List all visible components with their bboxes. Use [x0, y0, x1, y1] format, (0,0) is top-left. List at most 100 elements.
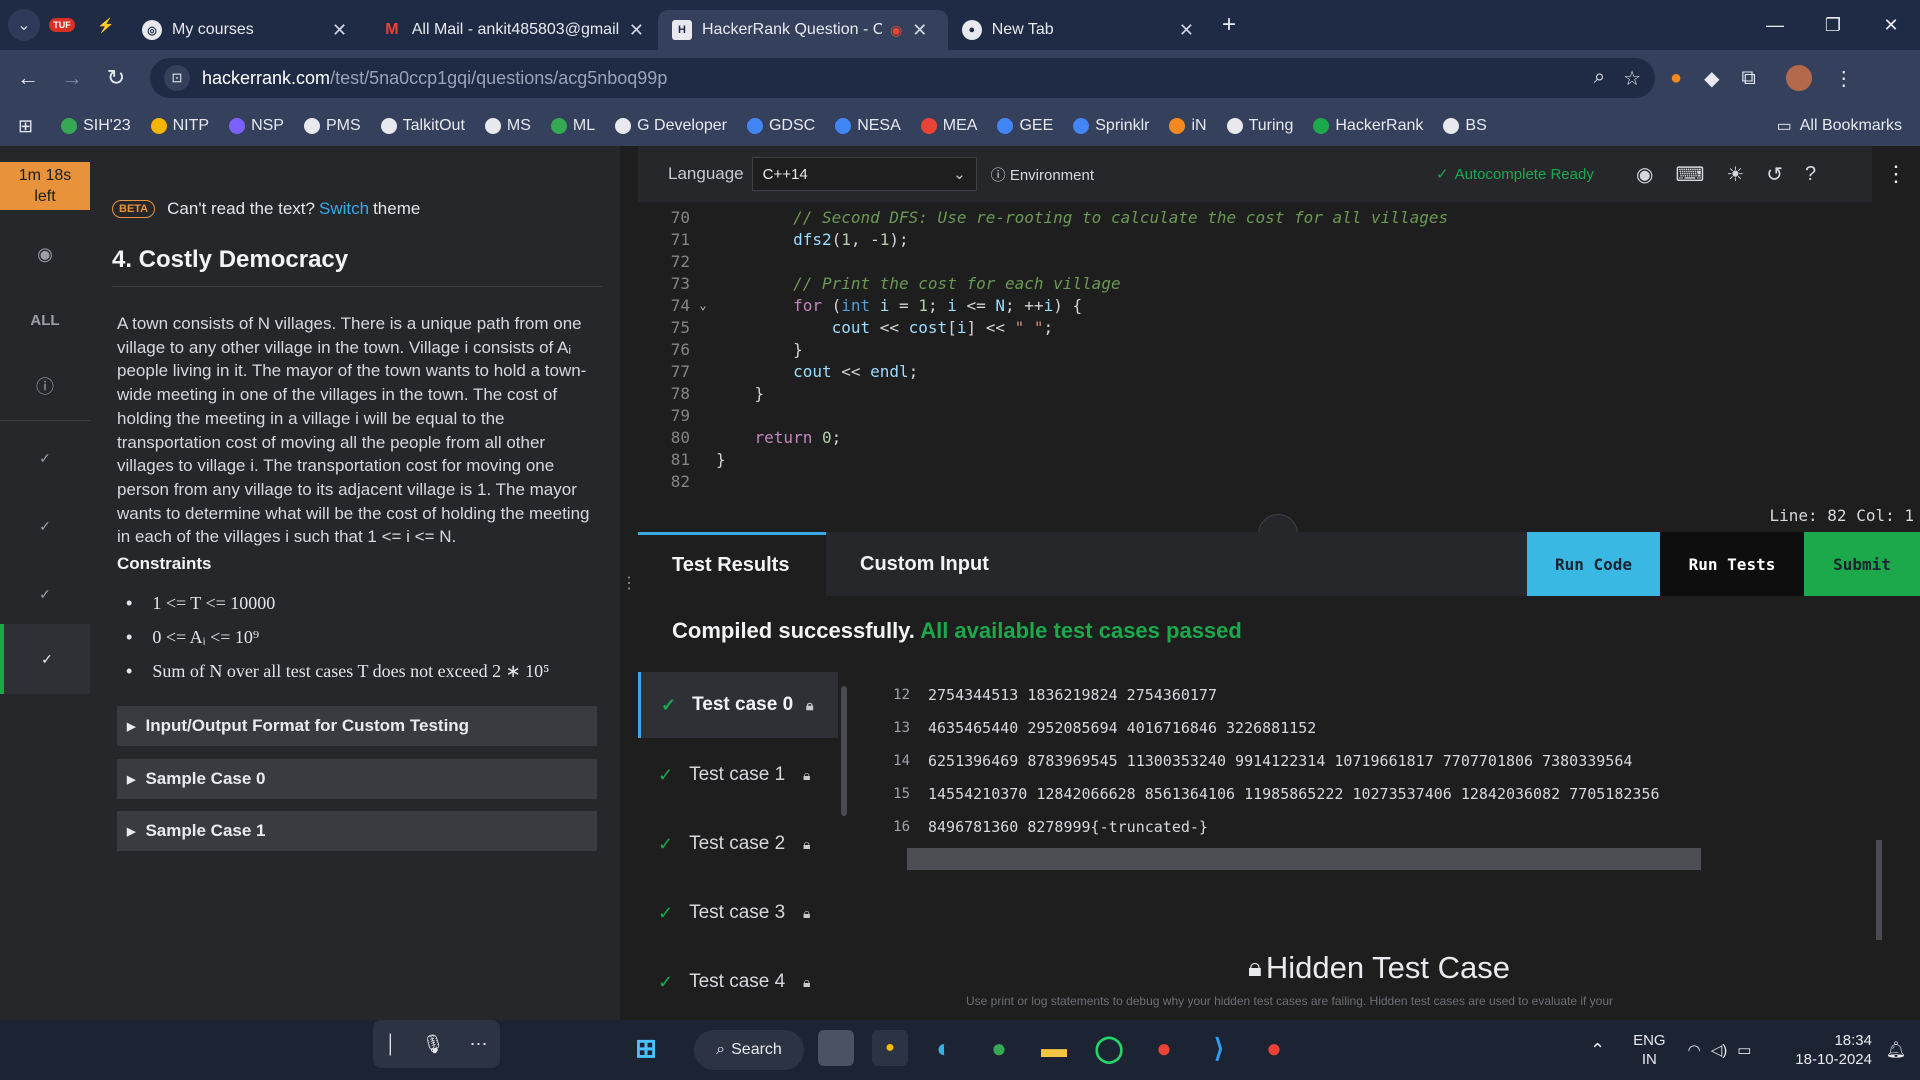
- bookmark-item[interactable]: Sprinklr: [1073, 117, 1149, 135]
- environment-link[interactable]: ⓘ Environment: [991, 164, 1094, 185]
- back-button[interactable]: ←: [6, 58, 50, 98]
- question-2-check[interactable]: ✓: [0, 496, 90, 556]
- keyboard-icon[interactable]: ⌨: [1675, 162, 1704, 187]
- close-window-button[interactable]: ✕: [1862, 0, 1920, 50]
- file-explorer-icon[interactable]: ▬: [1036, 1030, 1072, 1066]
- help-icon[interactable]: ?: [1805, 163, 1816, 186]
- bookmark-item[interactable]: TalkitOut: [380, 117, 465, 135]
- pinned-tab-tuf[interactable]: TUF: [40, 7, 84, 43]
- test-case-item[interactable]: ✓ Test case 4 🔒︎: [638, 949, 838, 1015]
- wifi-icon[interactable]: ◠: [1688, 1041, 1701, 1059]
- clock[interactable]: 18:34 18-10-2024: [1795, 1031, 1872, 1069]
- bookmark-item[interactable]: BS: [1443, 117, 1487, 135]
- test-list-scrollbar[interactable]: [841, 686, 847, 816]
- all-bookmarks[interactable]: ▭ All Bookmarks: [1777, 106, 1902, 146]
- minimize-button[interactable]: —: [1746, 0, 1804, 50]
- bookmark-item[interactable]: PMS: [303, 117, 361, 135]
- fold-chevron-icon[interactable]: ⌄: [690, 298, 716, 312]
- run-tests-button[interactable]: Run Tests: [1660, 532, 1804, 596]
- compass-icon[interactable]: ◉: [0, 224, 90, 284]
- tray-chevron-icon[interactable]: ⌃: [1590, 1040, 1605, 1061]
- output-horizontal-scrollbar[interactable]: [907, 848, 1701, 870]
- browser-tab[interactable]: ◎ My courses ✕: [128, 10, 368, 50]
- chrome-profile-icon[interactable]: ●: [1146, 1030, 1182, 1066]
- bookmark-item[interactable]: MS: [484, 117, 531, 135]
- bookmark-item[interactable]: GEE: [997, 117, 1053, 135]
- close-tab-icon[interactable]: ✕: [332, 20, 347, 41]
- chrome-taskbar-icon[interactable]: ●: [872, 1030, 908, 1066]
- battery-icon[interactable]: ▭: [1737, 1041, 1751, 1059]
- history-icon[interactable]: ↺: [1766, 162, 1783, 187]
- browser-menu-icon[interactable]: ⋮: [1834, 66, 1854, 91]
- microphone-icon[interactable]: 🎙︎: [422, 1034, 445, 1055]
- io-format-section[interactable]: ▶ Input/Output Format for Custom Testing: [117, 706, 597, 746]
- panel-resize-handle[interactable]: ⋮: [620, 146, 638, 1020]
- more-options-icon[interactable]: ⋮: [1872, 146, 1920, 202]
- test-case-item[interactable]: ✓ Test case 2 🔒︎: [638, 811, 838, 877]
- language-select[interactable]: C++14 ⌄: [751, 157, 977, 191]
- bookmark-item[interactable]: iN: [1169, 117, 1207, 135]
- text-cursor-icon[interactable]: │: [385, 1034, 396, 1055]
- bookmark-item[interactable]: HackerRank: [1313, 117, 1423, 135]
- rail-all[interactable]: ALL: [0, 290, 90, 350]
- more-icon[interactable]: ⋯: [469, 1034, 487, 1055]
- extension-flame-icon[interactable]: ●: [1670, 67, 1682, 90]
- vscode-icon[interactable]: ⟩: [1201, 1030, 1237, 1066]
- url-bar[interactable]: ⊡ hackerrank.com/test/5na0ccp1gqi/questi…: [150, 58, 1655, 98]
- taskbar-search[interactable]: ⌕ Search: [694, 1030, 804, 1070]
- tab-test-results[interactable]: Test Results: [638, 532, 826, 596]
- question-4-check[interactable]: ✓: [0, 624, 90, 694]
- sample-case-1-section[interactable]: ▶ Sample Case 1: [117, 811, 597, 851]
- browser-tab-active[interactable]: H HackerRank Question - Costly Democracy…: [658, 10, 948, 50]
- tab-custom-input[interactable]: Custom Input: [826, 532, 1126, 596]
- chrome-profile-icon[interactable]: ●: [1256, 1030, 1292, 1066]
- bookmark-item[interactable]: NITP: [150, 117, 209, 135]
- sample-case-0-section[interactable]: ▶ Sample Case 0: [117, 759, 597, 799]
- close-tab-icon[interactable]: ✕: [1179, 20, 1194, 41]
- forward-button[interactable]: →: [50, 58, 94, 98]
- extensions-puzzle-icon[interactable]: ⧉: [1741, 67, 1755, 90]
- site-info-icon[interactable]: ⊡: [164, 65, 190, 91]
- bookmark-item[interactable]: NESA: [835, 117, 901, 135]
- submit-button[interactable]: Submit: [1804, 532, 1920, 596]
- code-editor[interactable]: 70 // Second DFS: Use re-rooting to calc…: [638, 206, 1920, 550]
- eye-icon[interactable]: ◉: [1636, 162, 1653, 187]
- extension-shield-icon[interactable]: ◆: [1704, 66, 1719, 91]
- close-tab-icon[interactable]: ✕: [629, 20, 644, 41]
- browser-tab[interactable]: M All Mail - ankit485803@gmail.com ✕: [368, 10, 658, 50]
- question-3-check[interactable]: ✓: [0, 564, 90, 624]
- bookmark-item[interactable]: MEA: [920, 117, 977, 135]
- output-vertical-scrollbar[interactable]: [1876, 840, 1882, 940]
- notification-bell-icon[interactable]: 🔔︎: [1886, 1040, 1906, 1060]
- apps-grid-icon[interactable]: ⊞: [18, 116, 33, 137]
- zoom-icon[interactable]: ⌕: [1594, 66, 1605, 91]
- language-indicator[interactable]: ENG IN: [1633, 1031, 1666, 1069]
- tab-search-button[interactable]: ⌄: [8, 9, 40, 41]
- restore-button[interactable]: ❐: [1804, 0, 1862, 50]
- close-tab-icon[interactable]: ✕: [912, 20, 927, 41]
- info-icon[interactable]: ⓘ: [0, 356, 90, 416]
- volume-icon[interactable]: ◁): [1711, 1041, 1728, 1059]
- chrome-profile-icon[interactable]: ●: [981, 1030, 1017, 1066]
- edge-icon[interactable]: ◐: [926, 1030, 962, 1066]
- autocomplete-status[interactable]: ✓ Autocomplete Ready: [1436, 146, 1594, 202]
- pinned-tab-lightning[interactable]: ⚡: [84, 7, 128, 43]
- test-case-item[interactable]: ✓ Test case 0 🔒︎: [638, 672, 838, 738]
- bookmark-star-icon[interactable]: ☆: [1623, 66, 1641, 91]
- bookmark-item[interactable]: G Developer: [615, 117, 727, 135]
- bookmark-item[interactable]: GDSC: [746, 117, 815, 135]
- browser-tab[interactable]: ● New Tab ✕: [948, 10, 1208, 50]
- reload-button[interactable]: ↻: [94, 58, 138, 98]
- test-case-item[interactable]: ✓ Test case 1 🔒︎: [638, 742, 838, 808]
- whatsapp-icon[interactable]: ◯: [1091, 1030, 1127, 1066]
- run-code-button[interactable]: Run Code: [1527, 532, 1660, 596]
- question-1-check[interactable]: ✓: [0, 428, 90, 488]
- theme-sun-icon[interactable]: ☀: [1726, 162, 1744, 187]
- profile-avatar[interactable]: [1785, 65, 1812, 91]
- switch-theme-link[interactable]: Switch: [319, 199, 369, 219]
- bookmark-item[interactable]: NSP: [229, 117, 284, 135]
- test-case-item[interactable]: ✓ Test case 3 🔒︎: [638, 880, 838, 946]
- task-view-icon[interactable]: [818, 1030, 854, 1066]
- bookmark-item[interactable]: SIH'23: [61, 117, 131, 135]
- bookmark-item[interactable]: ML: [550, 117, 595, 135]
